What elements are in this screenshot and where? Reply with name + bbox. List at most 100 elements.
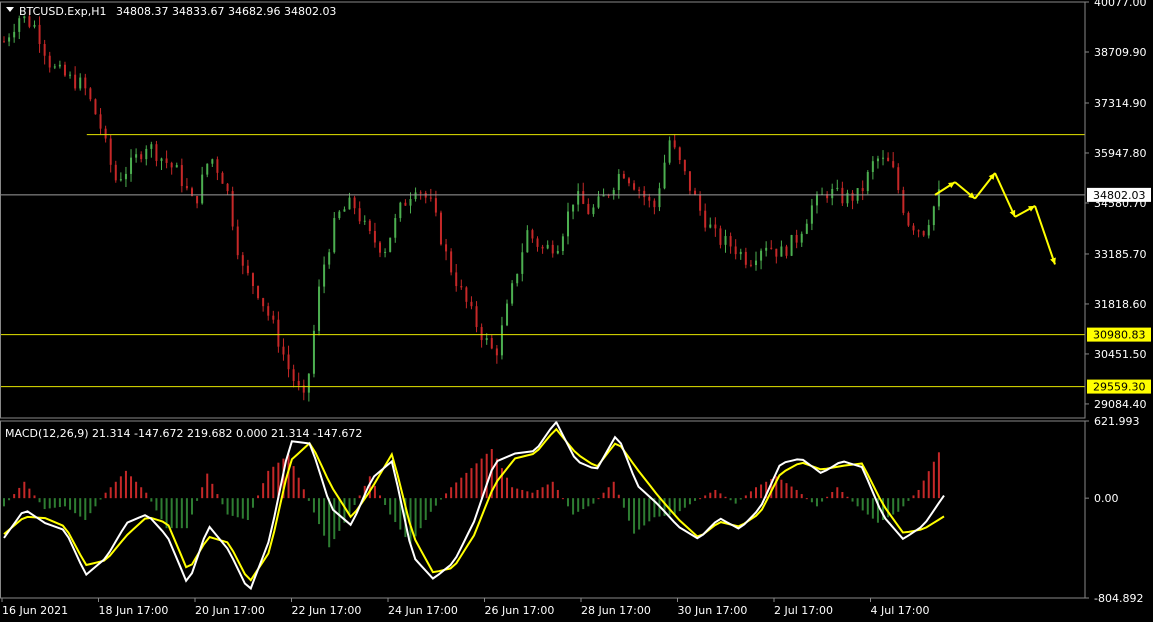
macd-histogram-bar — [668, 498, 671, 516]
candle — [439, 210, 442, 246]
macd-histogram-bar — [389, 498, 392, 515]
macd-histogram-bar — [99, 498, 102, 500]
y-tick-label: 35947.80 — [1094, 147, 1147, 160]
macd-label: MACD(12,26,9) 21.314 -147.672 219.682 0.… — [5, 427, 362, 440]
x-tick-label: 16 Jun 2021 — [2, 604, 68, 617]
x-tick-label: 30 Jun 17:00 — [678, 604, 748, 617]
macd-histogram-bar — [612, 481, 615, 499]
macd-histogram-bar — [13, 494, 16, 499]
macd-histogram-bar — [709, 492, 712, 499]
macd-histogram-bar — [861, 498, 864, 511]
y-tick-label: 31818.60 — [1094, 298, 1147, 311]
candle — [318, 279, 321, 336]
macd-histogram-bar — [429, 498, 432, 512]
trading-chart: 40077.0038709.9037314.9035947.8034580.70… — [0, 0, 1153, 622]
macd-histogram-bar — [241, 498, 244, 519]
macd-histogram-bar — [871, 498, 874, 519]
macd-histogram-bar — [831, 492, 834, 499]
macd-histogram-bar — [257, 495, 260, 499]
candle — [333, 212, 336, 254]
macd-histogram-bar — [744, 495, 747, 499]
macd-histogram-bar — [902, 498, 905, 507]
macd-histogram-bar — [368, 476, 371, 499]
macd-histogram-bar — [297, 477, 300, 499]
macd-histogram-bar — [272, 466, 275, 499]
macd-histogram-bar — [511, 487, 514, 499]
macd-histogram-bar — [434, 498, 437, 506]
macd-histogram-bar — [439, 498, 442, 500]
macd-histogram-bar — [119, 476, 122, 499]
macd-histogram-bar — [170, 498, 173, 529]
macd-histogram-bar — [683, 498, 686, 508]
macd-histogram-bar — [531, 492, 534, 499]
macd-histogram-bar — [465, 472, 468, 499]
x-tick-label: 22 Jun 17:00 — [292, 604, 362, 617]
macd-histogram-bar — [567, 498, 569, 507]
macd-histogram-bar — [318, 498, 321, 525]
macd-histogram-bar — [480, 458, 483, 499]
macd-histogram-bar — [841, 492, 844, 499]
macd-histogram-bar — [790, 486, 793, 499]
macd-histogram-bar — [130, 476, 133, 499]
y-tick-label: 37314.90 — [1094, 97, 1147, 110]
macd-histogram-bar — [155, 498, 158, 511]
macd-histogram-bar — [749, 491, 752, 499]
macd-histogram-bar — [714, 489, 717, 499]
macd-histogram-bar — [627, 498, 630, 521]
macd-histogram-bar — [607, 487, 610, 499]
candle — [94, 98, 97, 115]
macd-histogram-bar — [460, 477, 463, 499]
macd-histogram-bar — [246, 498, 249, 520]
candle — [257, 285, 260, 300]
macd-histogram-bar — [521, 489, 524, 499]
level-price-label: 30980.83 — [1093, 329, 1146, 342]
x-tick-label: 26 Jun 17:00 — [485, 604, 555, 617]
macd-histogram-bar — [145, 492, 148, 499]
symbol-title: BTCUSD.Exp,H1 — [19, 5, 107, 18]
macd-histogram-bar — [470, 468, 473, 499]
macd-histogram-bar — [221, 498, 224, 505]
macd-histogram-bar — [455, 482, 458, 499]
macd-histogram-bar — [94, 498, 97, 507]
macd-histogram-bar — [724, 496, 727, 499]
macd-histogram-bar — [175, 498, 178, 529]
candle — [866, 170, 869, 195]
macd-histogram-bar — [516, 488, 519, 499]
y-tick-label: 38709.90 — [1094, 46, 1147, 59]
macd-histogram-bar — [185, 498, 188, 529]
ohlc-values: 34808.37 34833.67 34682.96 34802.03 — [116, 5, 336, 18]
macd-histogram-bar — [109, 487, 112, 499]
macd-histogram-bar — [33, 495, 36, 499]
macd-histogram-bar — [795, 489, 798, 499]
macd-histogram-bar — [114, 481, 117, 499]
macd-histogram-bar — [597, 498, 600, 500]
macd-histogram-bar — [546, 484, 549, 499]
chart-background — [0, 0, 1153, 622]
macd-histogram-bar — [704, 495, 707, 499]
macd-histogram-bar — [201, 487, 204, 499]
macd-histogram-bar — [912, 495, 915, 499]
macd-y-tick-label: 621.993 — [1094, 415, 1140, 428]
macd-histogram-bar — [140, 487, 143, 499]
macd-histogram-bar — [917, 489, 920, 499]
macd-histogram-bar — [800, 494, 803, 499]
candle — [668, 136, 671, 165]
macd-histogram-bar — [206, 473, 209, 499]
candle — [902, 186, 905, 216]
macd-histogram-bar — [18, 487, 21, 499]
macd-histogram-bar — [922, 480, 925, 499]
macd-histogram-bar — [739, 498, 742, 500]
macd-histogram-bar — [312, 498, 315, 513]
macd-histogram-bar — [699, 498, 702, 500]
macd-histogram-bar — [48, 498, 51, 509]
current-price-label: 34802.03 — [1093, 189, 1146, 202]
macd-histogram-bar — [633, 498, 636, 534]
macd-histogram-bar — [124, 470, 127, 499]
macd-histogram-bar — [262, 483, 265, 499]
macd-histogram-bar — [160, 498, 163, 520]
y-tick-label: 33185.70 — [1094, 248, 1147, 261]
macd-histogram-bar — [424, 498, 427, 520]
macd-histogram-bar — [694, 498, 697, 501]
macd-histogram-bar — [719, 493, 722, 499]
macd-histogram-bar — [760, 484, 763, 499]
